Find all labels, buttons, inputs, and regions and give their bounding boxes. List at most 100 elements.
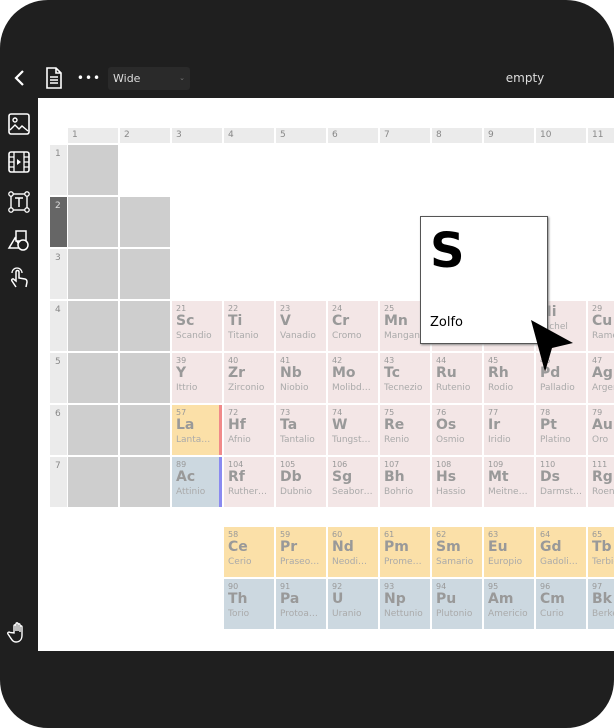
row-header[interactable]: 2 bbox=[50, 197, 67, 247]
element-cell[interactable]: 104 Rf Ruther… bbox=[224, 457, 274, 507]
element-name: Protoa… bbox=[280, 609, 318, 619]
element-name: Platino bbox=[540, 435, 571, 445]
element-symbol: Os bbox=[436, 417, 457, 433]
atomic-number: 91 bbox=[280, 582, 291, 591]
element-cell[interactable]: 45 Rh Rodio bbox=[484, 353, 534, 403]
element-symbol: Ce bbox=[228, 539, 248, 555]
element-cell[interactable]: 23 V Vanadio bbox=[276, 301, 326, 351]
atomic-number: 90 bbox=[228, 582, 239, 591]
element-name: Plutonio bbox=[436, 609, 473, 619]
row-header[interactable]: 5 bbox=[50, 353, 67, 403]
element-cell[interactable]: 106 Sg Seabor… bbox=[328, 457, 378, 507]
element-cell[interactable]: 111Rg Roentgenio bbox=[588, 457, 614, 507]
element-cell[interactable]: 107 Bh Bohrio bbox=[380, 457, 430, 507]
atomic-number: 58 bbox=[228, 530, 239, 539]
element-cell[interactable]: 97Bk Berkelio bbox=[588, 579, 614, 629]
column-header: 1 bbox=[68, 128, 118, 143]
element-cell[interactable]: 60 Nd Neodi… bbox=[328, 527, 378, 577]
row-header[interactable]: 1 bbox=[50, 145, 67, 195]
element-symbol: Pm bbox=[384, 539, 409, 555]
element-symbol: Ac bbox=[176, 469, 196, 485]
element-cell[interactable]: 29Cu Rame bbox=[588, 301, 614, 351]
element-name: Bohrio bbox=[384, 487, 414, 497]
row-header[interactable]: 6 bbox=[50, 405, 67, 455]
element-cell[interactable]: 24 Cr Cromo bbox=[328, 301, 378, 351]
element-symbol: Bk bbox=[592, 591, 612, 607]
touch-gesture-icon[interactable] bbox=[7, 266, 31, 290]
element-cell[interactable]: 77 Ir Iridio bbox=[484, 405, 534, 455]
element-cell[interactable]: 93 Np Nettunio bbox=[380, 579, 430, 629]
element-cell[interactable]: 109 Mt Meitne… bbox=[484, 457, 534, 507]
element-symbol: Ds bbox=[540, 469, 560, 485]
more-button[interactable]: ••• bbox=[77, 60, 100, 96]
placeholder-cell bbox=[120, 249, 170, 299]
layout-select[interactable]: Wide ⌄ bbox=[108, 67, 190, 90]
document-button[interactable] bbox=[42, 60, 66, 96]
atomic-number: 111 bbox=[592, 460, 608, 469]
element-cell[interactable]: 22 Ti Titanio bbox=[224, 301, 274, 351]
element-name: Attinio bbox=[176, 487, 206, 497]
column-header: 7 bbox=[380, 128, 430, 143]
element-name: Terbio bbox=[592, 557, 614, 567]
atomic-number: 43 bbox=[384, 356, 395, 365]
element-cell[interactable]: 73 Ta Tantalio bbox=[276, 405, 326, 455]
element-cell[interactable]: 75 Re Renio bbox=[380, 405, 430, 455]
element-cell[interactable]: 78 Pt Platino bbox=[536, 405, 586, 455]
element-cell[interactable]: 79 Au Oro bbox=[588, 405, 614, 455]
element-cell[interactable]: 61 Pm Prome… bbox=[380, 527, 430, 577]
back-button[interactable] bbox=[8, 60, 32, 96]
row-header[interactable]: 7 bbox=[50, 457, 67, 507]
atomic-number: 78 bbox=[540, 408, 551, 417]
element-cell[interactable]: 47Ag Argento bbox=[588, 353, 614, 403]
element-cell[interactable]: 58 Ce Cerio bbox=[224, 527, 274, 577]
atomic-number: 57 bbox=[176, 408, 187, 417]
text-box-icon[interactable] bbox=[7, 190, 31, 214]
element-cell[interactable]: 59 Pr Praseo… bbox=[276, 527, 326, 577]
element-name: Cerio bbox=[228, 557, 252, 567]
element-name: Hassio bbox=[436, 487, 466, 497]
element-cell[interactable]: 74 W Tungst… bbox=[328, 405, 378, 455]
element-cell[interactable]: 91 Pa Protoa… bbox=[276, 579, 326, 629]
element-name: Zirconio bbox=[228, 383, 265, 393]
element-cell[interactable]: 41 Nb Niobio bbox=[276, 353, 326, 403]
element-cell[interactable]: 39 Y Ittrio bbox=[172, 353, 222, 403]
shapes-icon[interactable] bbox=[7, 228, 31, 252]
row-header[interactable]: 3 bbox=[50, 249, 67, 299]
video-icon[interactable] bbox=[7, 150, 31, 174]
element-cell[interactable]: 43 Tc Tecnezio bbox=[380, 353, 430, 403]
element-cell[interactable]: 42 Mo Molibd… bbox=[328, 353, 378, 403]
element-name: Samario bbox=[436, 557, 474, 567]
element-cell[interactable]: 63 Eu Europio bbox=[484, 527, 534, 577]
element-cell[interactable]: 105 Db Dubnio bbox=[276, 457, 326, 507]
atomic-number: 94 bbox=[436, 582, 447, 591]
element-cell[interactable]: 65Tb Terbio bbox=[588, 527, 614, 577]
element-symbol: Rg bbox=[592, 469, 613, 485]
element-cell[interactable]: 94 Pu Plutonio bbox=[432, 579, 482, 629]
element-cell[interactable]: 21 Sc Scandio bbox=[172, 301, 222, 351]
element-cell[interactable]: 57 La Lanta… bbox=[172, 405, 222, 455]
element-cell[interactable]: 89 Ac Attinio bbox=[172, 457, 222, 507]
element-cell[interactable]: 64 Gd Gadoli… bbox=[536, 527, 586, 577]
element-cell[interactable]: 62 Sm Samario bbox=[432, 527, 482, 577]
hand-icon[interactable] bbox=[7, 620, 31, 644]
element-cell[interactable]: 90 Th Torio bbox=[224, 579, 274, 629]
element-cell[interactable]: 92 U Uranio bbox=[328, 579, 378, 629]
element-cell[interactable]: 108 Hs Hassio bbox=[432, 457, 482, 507]
element-cell[interactable]: 76 Os Osmio bbox=[432, 405, 482, 455]
element-cell[interactable]: 44 Ru Rutenio bbox=[432, 353, 482, 403]
element-symbol: Ag bbox=[592, 365, 613, 381]
element-cell[interactable]: 96 Cm Curio bbox=[536, 579, 586, 629]
element-cell[interactable]: 72 Hf Afnio bbox=[224, 405, 274, 455]
element-name: Americio bbox=[488, 609, 528, 619]
column-header: 11 bbox=[588, 128, 614, 143]
element-name: Afnio bbox=[228, 435, 251, 445]
image-icon[interactable] bbox=[7, 112, 31, 136]
element-name: Prome… bbox=[384, 557, 422, 567]
periodic-table-canvas[interactable]: 1 2 3 4 5 6 7 8 9 10 11 1 2 3 4 5 6 7 21 Sc Scandio 22 Ti Titan… bbox=[38, 98, 614, 651]
row-header[interactable]: 4 bbox=[50, 301, 67, 351]
element-cell[interactable]: 110 Ds Darmst… bbox=[536, 457, 586, 507]
element-cell[interactable]: 95 Am Americio bbox=[484, 579, 534, 629]
element-name: Cromo bbox=[332, 331, 362, 341]
element-name: Oro bbox=[592, 435, 609, 445]
element-cell[interactable]: 40 Zr Zirconio bbox=[224, 353, 274, 403]
